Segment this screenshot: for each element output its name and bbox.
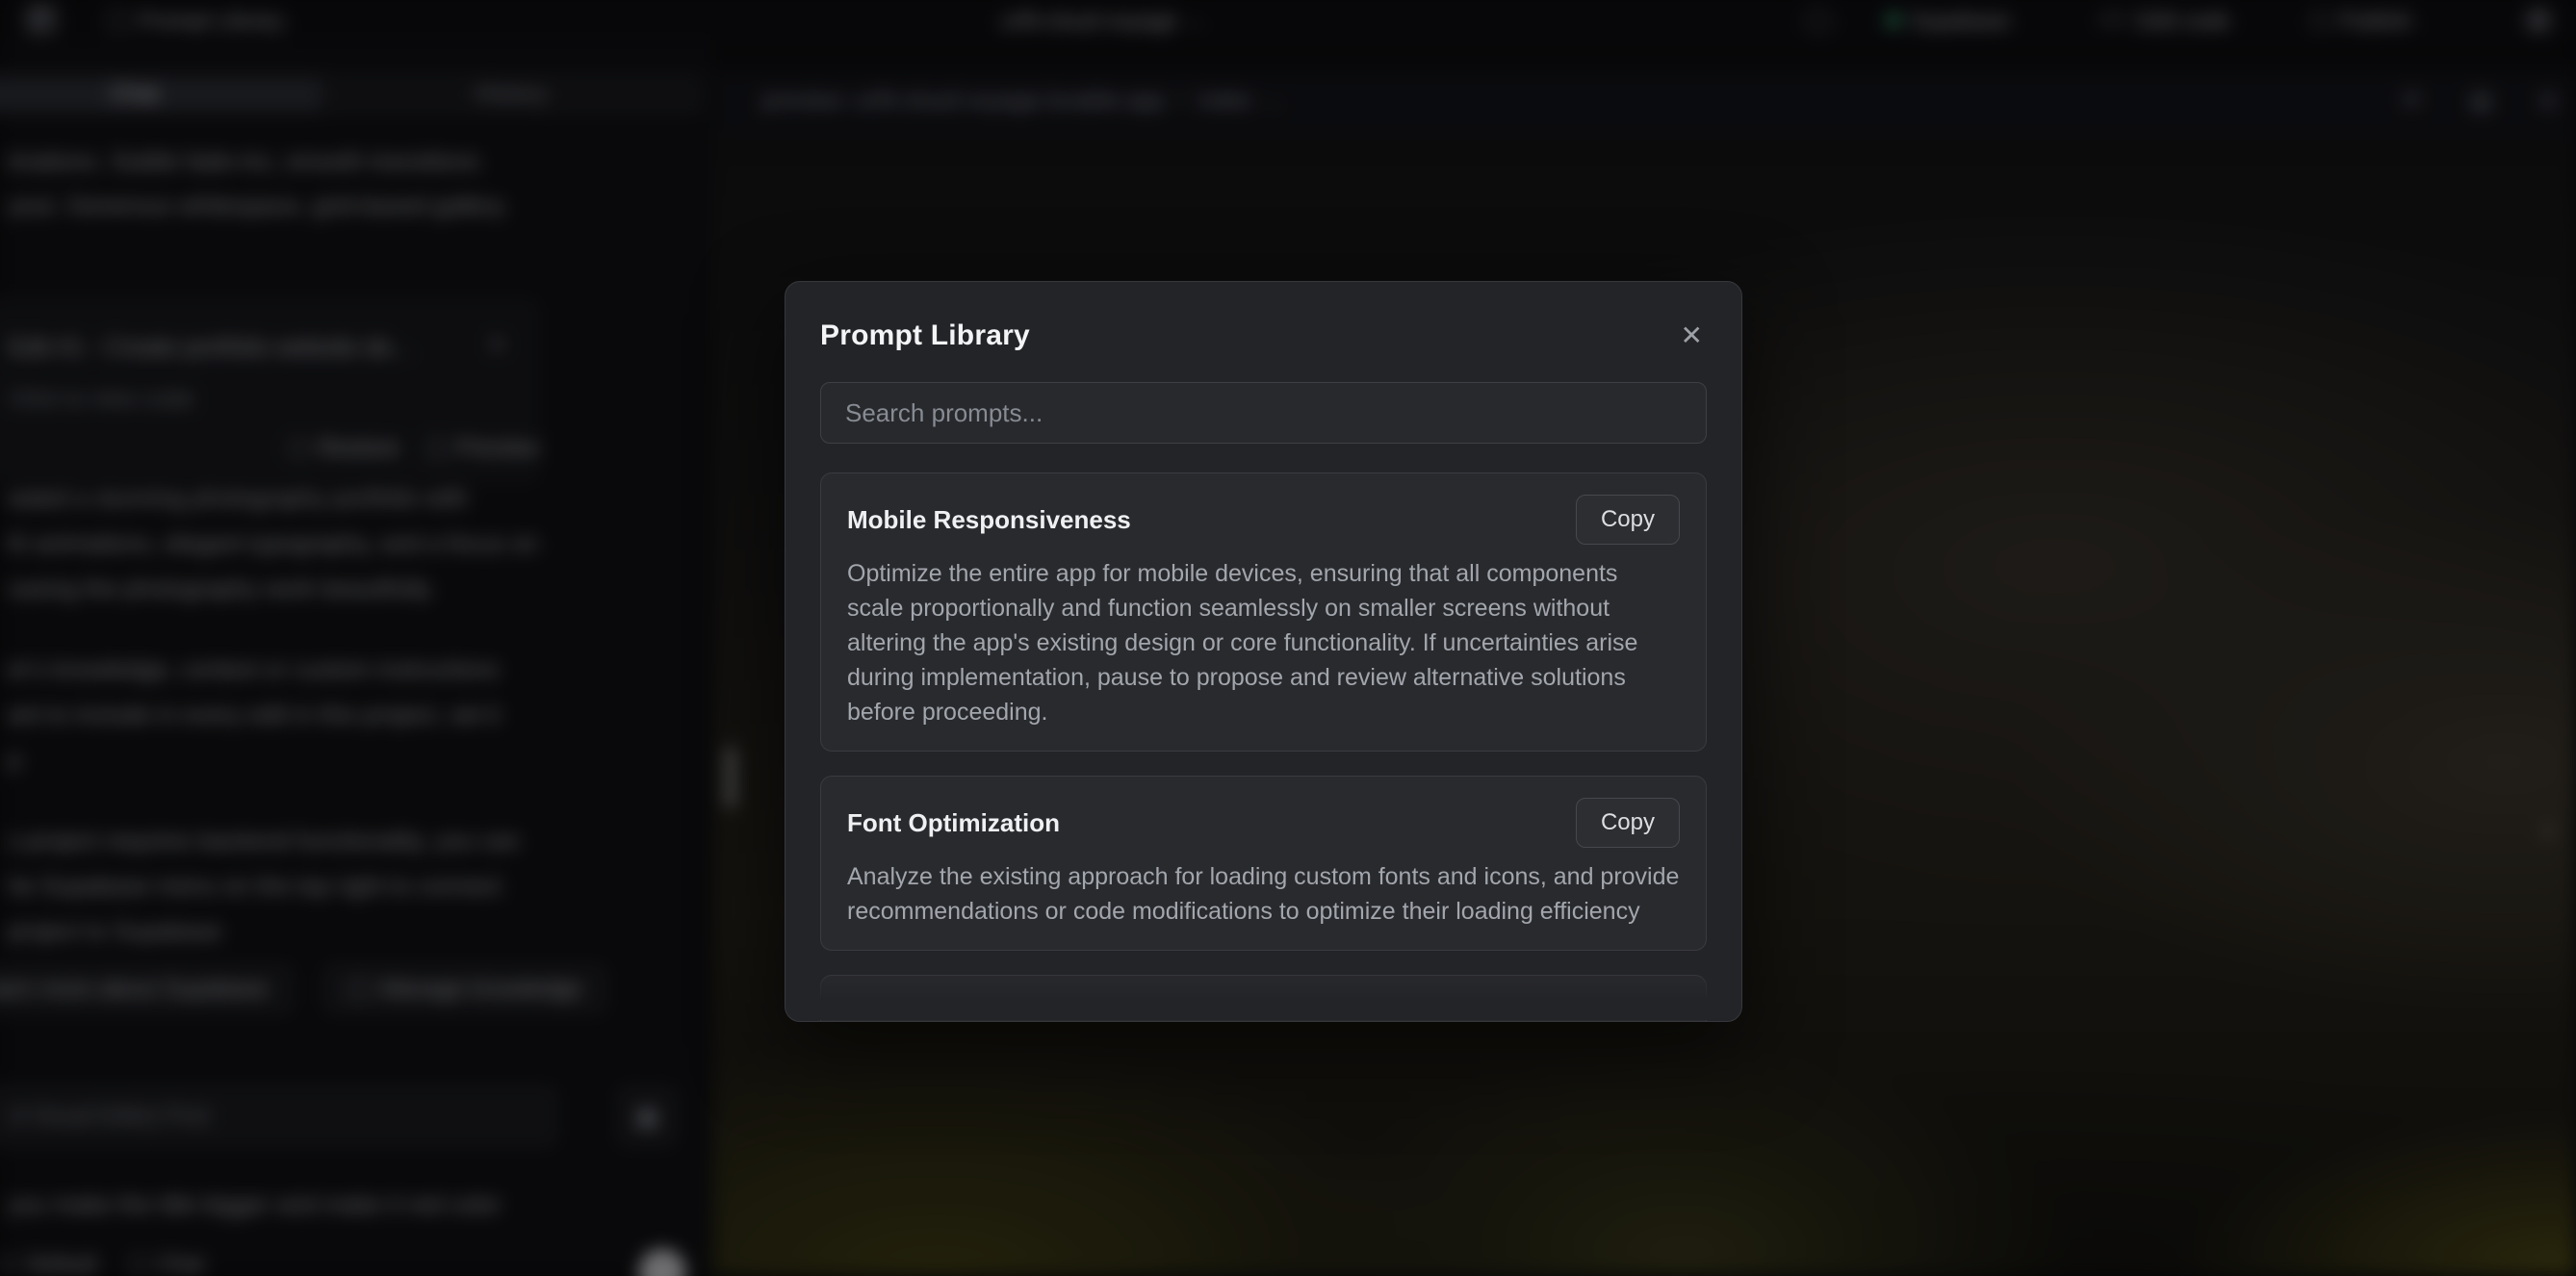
modal-title: Prompt Library bbox=[820, 319, 1030, 352]
prompt-card-header: Font Optimization Copy bbox=[847, 798, 1680, 848]
prompt-description: Optimize the entire app for mobile devic… bbox=[847, 556, 1680, 729]
prompt-title: Font Optimization bbox=[847, 808, 1060, 838]
prompt-description: Analyze the existing approach for loadin… bbox=[847, 859, 1680, 929]
prompt-card-partial bbox=[820, 975, 1707, 1022]
copy-button[interactable]: Copy bbox=[1576, 798, 1680, 848]
copy-button[interactable]: Copy bbox=[1576, 495, 1680, 545]
modal-header: Prompt Library ✕ bbox=[820, 315, 1707, 357]
prompt-title: Mobile Responsiveness bbox=[847, 505, 1131, 535]
search-input[interactable] bbox=[820, 382, 1707, 444]
prompt-card: Mobile Responsiveness Copy Optimize the … bbox=[820, 472, 1707, 752]
prompt-library-modal: Prompt Library ✕ Mobile Responsiveness C… bbox=[785, 281, 1742, 1022]
prompt-card: Font Optimization Copy Analyze the exist… bbox=[820, 776, 1707, 951]
close-icon[interactable]: ✕ bbox=[1677, 319, 1707, 353]
prompt-card-header: Mobile Responsiveness Copy bbox=[847, 495, 1680, 545]
app-root: Prompt Library urfit-cloud-voyage ⌄ Supa… bbox=[0, 0, 2576, 1276]
prompt-list: Mobile Responsiveness Copy Optimize the … bbox=[820, 472, 1707, 1022]
